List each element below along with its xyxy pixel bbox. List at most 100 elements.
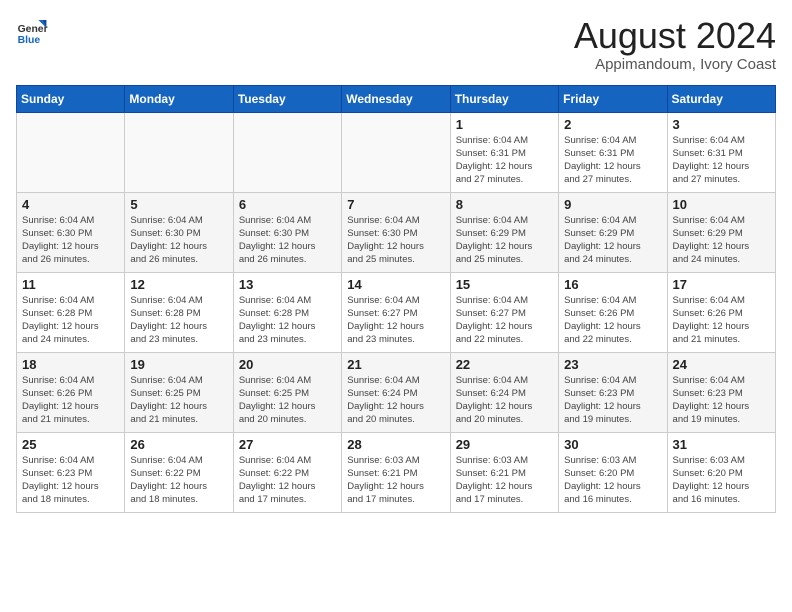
calendar-cell: 12 Sunrise: 6:04 AM Sunset: 6:28 PM Dayli… bbox=[125, 272, 233, 352]
header-friday: Friday bbox=[559, 85, 667, 112]
day-info: Sunrise: 6:04 AM Sunset: 6:27 PM Dayligh… bbox=[347, 294, 444, 347]
day-info: Sunrise: 6:04 AM Sunset: 6:24 PM Dayligh… bbox=[456, 374, 553, 427]
day-info: Sunrise: 6:04 AM Sunset: 6:26 PM Dayligh… bbox=[673, 294, 770, 347]
calendar-cell: 25 Sunrise: 6:04 AM Sunset: 6:23 PM Dayli… bbox=[17, 432, 125, 512]
calendar-cell: 21Sunrise: 6:04 AM Sunset: 6:24 PM Dayli… bbox=[342, 352, 450, 432]
calendar-cell: 2 Sunrise: 6:04 AM Sunset: 6:31 PM Daylig… bbox=[559, 112, 667, 192]
page-title: August 2024 bbox=[574, 16, 776, 56]
calendar-cell: 26Sunrise: 6:04 AM Sunset: 6:22 PM Dayli… bbox=[125, 432, 233, 512]
day-number: 7 bbox=[347, 197, 444, 212]
calendar-cell: 22 Sunrise: 6:04 AM Sunset: 6:24 PM Dayli… bbox=[450, 352, 558, 432]
day-number: 5 bbox=[130, 197, 227, 212]
header-wednesday: Wednesday bbox=[342, 85, 450, 112]
header-thursday: Thursday bbox=[450, 85, 558, 112]
day-number: 11 bbox=[22, 277, 119, 292]
day-info: Sunrise: 6:04 AM Sunset: 6:23 PM Dayligh… bbox=[673, 374, 770, 427]
day-info: Sunrise: 6:03 AM Sunset: 6:21 PM Dayligh… bbox=[347, 454, 444, 507]
day-info: Sunrise: 6:04 AM Sunset: 6:22 PM Dayligh… bbox=[130, 454, 227, 507]
day-info: Sunrise: 6:04 AM Sunset: 6:29 PM Dayligh… bbox=[456, 214, 553, 267]
day-info: Sunrise: 6:04 AM Sunset: 6:26 PM Dayligh… bbox=[22, 374, 119, 427]
calendar-cell: 31Sunrise: 6:03 AM Sunset: 6:20 PM Dayli… bbox=[667, 432, 775, 512]
calendar-cell: 20 Sunrise: 6:04 AM Sunset: 6:25 PM Dayli… bbox=[233, 352, 341, 432]
day-info: Sunrise: 6:04 AM Sunset: 6:29 PM Dayligh… bbox=[564, 214, 661, 267]
day-info: Sunrise: 6:04 AM Sunset: 6:31 PM Dayligh… bbox=[456, 134, 553, 187]
day-number: 15 bbox=[456, 277, 553, 292]
day-info: Sunrise: 6:04 AM Sunset: 6:31 PM Dayligh… bbox=[673, 134, 770, 187]
day-number: 2 bbox=[564, 117, 661, 132]
page-subtitle: Appimandoum, Ivory Coast bbox=[574, 56, 776, 73]
day-number: 4 bbox=[22, 197, 119, 212]
calendar-cell: 19 Sunrise: 6:04 AM Sunset: 6:25 PM Dayli… bbox=[125, 352, 233, 432]
calendar-cell bbox=[17, 112, 125, 192]
calendar-cell bbox=[342, 112, 450, 192]
day-number: 14 bbox=[347, 277, 444, 292]
day-number: 17 bbox=[673, 277, 770, 292]
calendar-cell: 5 Sunrise: 6:04 AM Sunset: 6:30 PM Daylig… bbox=[125, 192, 233, 272]
calendar-cell: 8 Sunrise: 6:04 AM Sunset: 6:29 PM Daylig… bbox=[450, 192, 558, 272]
day-number: 8 bbox=[456, 197, 553, 212]
calendar-header-row: SundayMondayTuesdayWednesdayThursdayFrid… bbox=[17, 85, 776, 112]
day-number: 19 bbox=[130, 357, 227, 372]
day-info: Sunrise: 6:04 AM Sunset: 6:28 PM Dayligh… bbox=[22, 294, 119, 347]
day-info: Sunrise: 6:04 AM Sunset: 6:29 PM Dayligh… bbox=[673, 214, 770, 267]
calendar-cell: 29 Sunrise: 6:03 AM Sunset: 6:21 PM Dayli… bbox=[450, 432, 558, 512]
day-info: Sunrise: 6:04 AM Sunset: 6:26 PM Dayligh… bbox=[564, 294, 661, 347]
day-info: Sunrise: 6:04 AM Sunset: 6:30 PM Dayligh… bbox=[22, 214, 119, 267]
svg-text:Blue: Blue bbox=[18, 35, 41, 46]
day-number: 13 bbox=[239, 277, 336, 292]
day-number: 25 bbox=[22, 437, 119, 452]
logo-icon: General Blue bbox=[16, 16, 48, 48]
day-number: 23 bbox=[564, 357, 661, 372]
day-number: 1 bbox=[456, 117, 553, 132]
day-info: Sunrise: 6:03 AM Sunset: 6:21 PM Dayligh… bbox=[456, 454, 553, 507]
calendar-cell bbox=[233, 112, 341, 192]
calendar-week-2: 4 Sunrise: 6:04 AM Sunset: 6:30 PM Daylig… bbox=[17, 192, 776, 272]
day-info: Sunrise: 6:04 AM Sunset: 6:30 PM Dayligh… bbox=[130, 214, 227, 267]
calendar-cell: 13Sunrise: 6:04 AM Sunset: 6:28 PM Dayli… bbox=[233, 272, 341, 352]
day-number: 30 bbox=[564, 437, 661, 452]
day-number: 18 bbox=[22, 357, 119, 372]
day-number: 20 bbox=[239, 357, 336, 372]
calendar-week-5: 25 Sunrise: 6:04 AM Sunset: 6:23 PM Dayli… bbox=[17, 432, 776, 512]
calendar-cell: 18 Sunrise: 6:04 AM Sunset: 6:26 PM Dayli… bbox=[17, 352, 125, 432]
calendar-cell: 7Sunrise: 6:04 AM Sunset: 6:30 PM Daylig… bbox=[342, 192, 450, 272]
header: General Blue August 2024 Appimandoum, Iv… bbox=[16, 16, 776, 73]
day-number: 16 bbox=[564, 277, 661, 292]
calendar-cell: 6Sunrise: 6:04 AM Sunset: 6:30 PM Daylig… bbox=[233, 192, 341, 272]
day-info: Sunrise: 6:04 AM Sunset: 6:31 PM Dayligh… bbox=[564, 134, 661, 187]
svg-text:General: General bbox=[18, 24, 48, 35]
calendar-cell: 15 Sunrise: 6:04 AM Sunset: 6:27 PM Dayli… bbox=[450, 272, 558, 352]
header-tuesday: Tuesday bbox=[233, 85, 341, 112]
day-number: 3 bbox=[673, 117, 770, 132]
day-info: Sunrise: 6:04 AM Sunset: 6:28 PM Dayligh… bbox=[130, 294, 227, 347]
logo: General Blue bbox=[16, 16, 48, 48]
calendar-cell: 24 Sunrise: 6:04 AM Sunset: 6:23 PM Dayli… bbox=[667, 352, 775, 432]
day-number: 12 bbox=[130, 277, 227, 292]
day-number: 31 bbox=[673, 437, 770, 452]
calendar-cell: 3 Sunrise: 6:04 AM Sunset: 6:31 PM Daylig… bbox=[667, 112, 775, 192]
calendar-week-1: 1 Sunrise: 6:04 AM Sunset: 6:31 PM Daylig… bbox=[17, 112, 776, 192]
calendar-cell: 9 Sunrise: 6:04 AM Sunset: 6:29 PM Daylig… bbox=[559, 192, 667, 272]
day-info: Sunrise: 6:04 AM Sunset: 6:27 PM Dayligh… bbox=[456, 294, 553, 347]
calendar-cell: 1 Sunrise: 6:04 AM Sunset: 6:31 PM Daylig… bbox=[450, 112, 558, 192]
calendar-cell: 27 Sunrise: 6:04 AM Sunset: 6:22 PM Dayli… bbox=[233, 432, 341, 512]
day-number: 9 bbox=[564, 197, 661, 212]
calendar-table: SundayMondayTuesdayWednesdayThursdayFrid… bbox=[16, 85, 776, 513]
calendar-week-4: 18 Sunrise: 6:04 AM Sunset: 6:26 PM Dayli… bbox=[17, 352, 776, 432]
day-info: Sunrise: 6:04 AM Sunset: 6:22 PM Dayligh… bbox=[239, 454, 336, 507]
day-info: Sunrise: 6:04 AM Sunset: 6:23 PM Dayligh… bbox=[22, 454, 119, 507]
day-info: Sunrise: 6:04 AM Sunset: 6:30 PM Dayligh… bbox=[239, 214, 336, 267]
calendar-cell: 4 Sunrise: 6:04 AM Sunset: 6:30 PM Daylig… bbox=[17, 192, 125, 272]
calendar-cell: 11 Sunrise: 6:04 AM Sunset: 6:28 PM Dayli… bbox=[17, 272, 125, 352]
calendar-cell: 23Sunrise: 6:04 AM Sunset: 6:23 PM Dayli… bbox=[559, 352, 667, 432]
day-number: 24 bbox=[673, 357, 770, 372]
day-info: Sunrise: 6:04 AM Sunset: 6:25 PM Dayligh… bbox=[130, 374, 227, 427]
day-info: Sunrise: 6:04 AM Sunset: 6:25 PM Dayligh… bbox=[239, 374, 336, 427]
title-area: August 2024 Appimandoum, Ivory Coast bbox=[574, 16, 776, 73]
day-number: 28 bbox=[347, 437, 444, 452]
day-number: 22 bbox=[456, 357, 553, 372]
calendar-cell: 17 Sunrise: 6:04 AM Sunset: 6:26 PM Dayli… bbox=[667, 272, 775, 352]
day-number: 27 bbox=[239, 437, 336, 452]
day-number: 29 bbox=[456, 437, 553, 452]
day-info: Sunrise: 6:04 AM Sunset: 6:24 PM Dayligh… bbox=[347, 374, 444, 427]
